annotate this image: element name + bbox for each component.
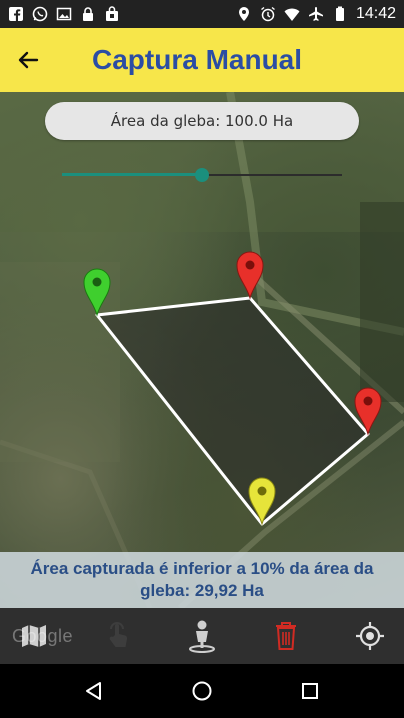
airplane-icon <box>308 7 323 21</box>
map-layers-button[interactable] <box>8 612 60 660</box>
area-label: Área da gleba: 100.0 Ha <box>110 112 294 130</box>
alarm-icon <box>261 6 275 22</box>
warning-banner: Área capturada é inferior a 10% da área … <box>0 552 404 608</box>
area-label-pill: Área da gleba: 100.0 Ha <box>45 102 359 140</box>
person-pin-icon <box>189 620 215 653</box>
map-icon <box>22 625 46 647</box>
back-nav[interactable] <box>70 667 118 715</box>
walk-capture-button[interactable] <box>176 612 228 660</box>
square-recents-icon <box>302 683 318 699</box>
image-icon <box>56 7 72 21</box>
system-nav-bar <box>0 664 404 718</box>
page-title: Captura Manual <box>92 44 303 75</box>
slider-thumb[interactable] <box>195 168 209 182</box>
crosshair-icon <box>356 622 384 650</box>
circle-home-icon <box>192 681 212 701</box>
wifi-icon <box>284 8 300 21</box>
status-time: 14:42 <box>355 5 396 22</box>
bag-icon <box>106 6 118 21</box>
location-icon <box>238 7 249 21</box>
facebook-icon <box>9 7 23 21</box>
triangle-back-icon <box>86 682 101 700</box>
back-button[interactable] <box>0 28 56 92</box>
touch-icon <box>109 622 128 647</box>
warning-text: Área capturada é inferior a 10% da área … <box>30 559 374 600</box>
trash-icon <box>276 622 296 650</box>
whatsapp-icon <box>32 6 48 22</box>
slider-fill <box>62 173 202 176</box>
status-bar: 14:42 <box>0 0 404 28</box>
recents-nav[interactable] <box>286 667 334 715</box>
battery-icon <box>335 6 344 21</box>
bottom-toolbar <box>0 608 404 664</box>
status-icons-left <box>8 6 120 22</box>
delete-button[interactable] <box>260 612 312 660</box>
arrow-left-icon <box>18 51 39 69</box>
my-location-button[interactable] <box>344 612 396 660</box>
touch-capture-button[interactable] <box>92 612 144 660</box>
status-icons-right: 14:42 <box>236 5 396 23</box>
capture-polygon <box>95 296 370 526</box>
opacity-slider[interactable] <box>62 165 342 185</box>
home-nav[interactable] <box>178 667 226 715</box>
lock-icon <box>83 7 93 21</box>
app-bar: Captura Manual <box>0 28 404 92</box>
map-view[interactable]: Área da gleba: 100.0 Ha <box>0 92 404 608</box>
